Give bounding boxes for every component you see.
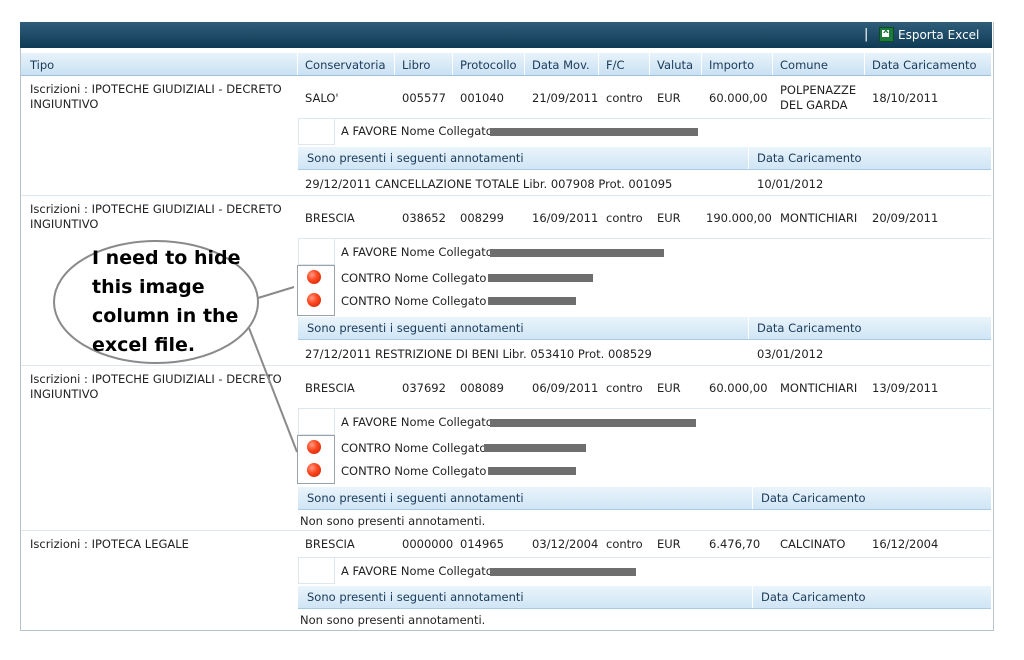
callout-text: I need to hide this image column in the … — [92, 247, 241, 356]
